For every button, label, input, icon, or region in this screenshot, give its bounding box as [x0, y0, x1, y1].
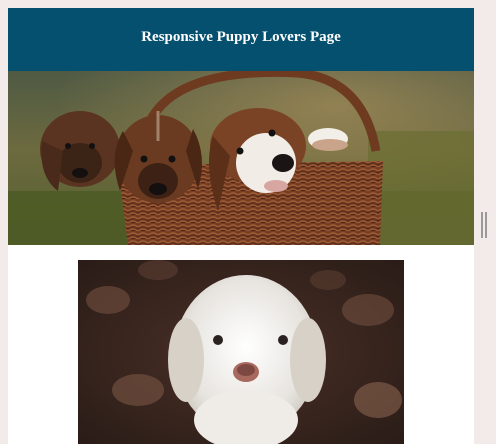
puppies-in-basket-image	[8, 71, 474, 245]
page-container: Responsive Puppy Lovers Page	[8, 8, 474, 444]
page-header: Responsive Puppy Lovers Page	[8, 8, 474, 71]
handle-bar-right	[485, 212, 487, 238]
white-curly-puppy-image	[78, 260, 404, 444]
handle-bar-left	[481, 212, 483, 238]
resize-handle[interactable]	[481, 212, 487, 238]
page-title: Responsive Puppy Lovers Page	[141, 29, 341, 45]
